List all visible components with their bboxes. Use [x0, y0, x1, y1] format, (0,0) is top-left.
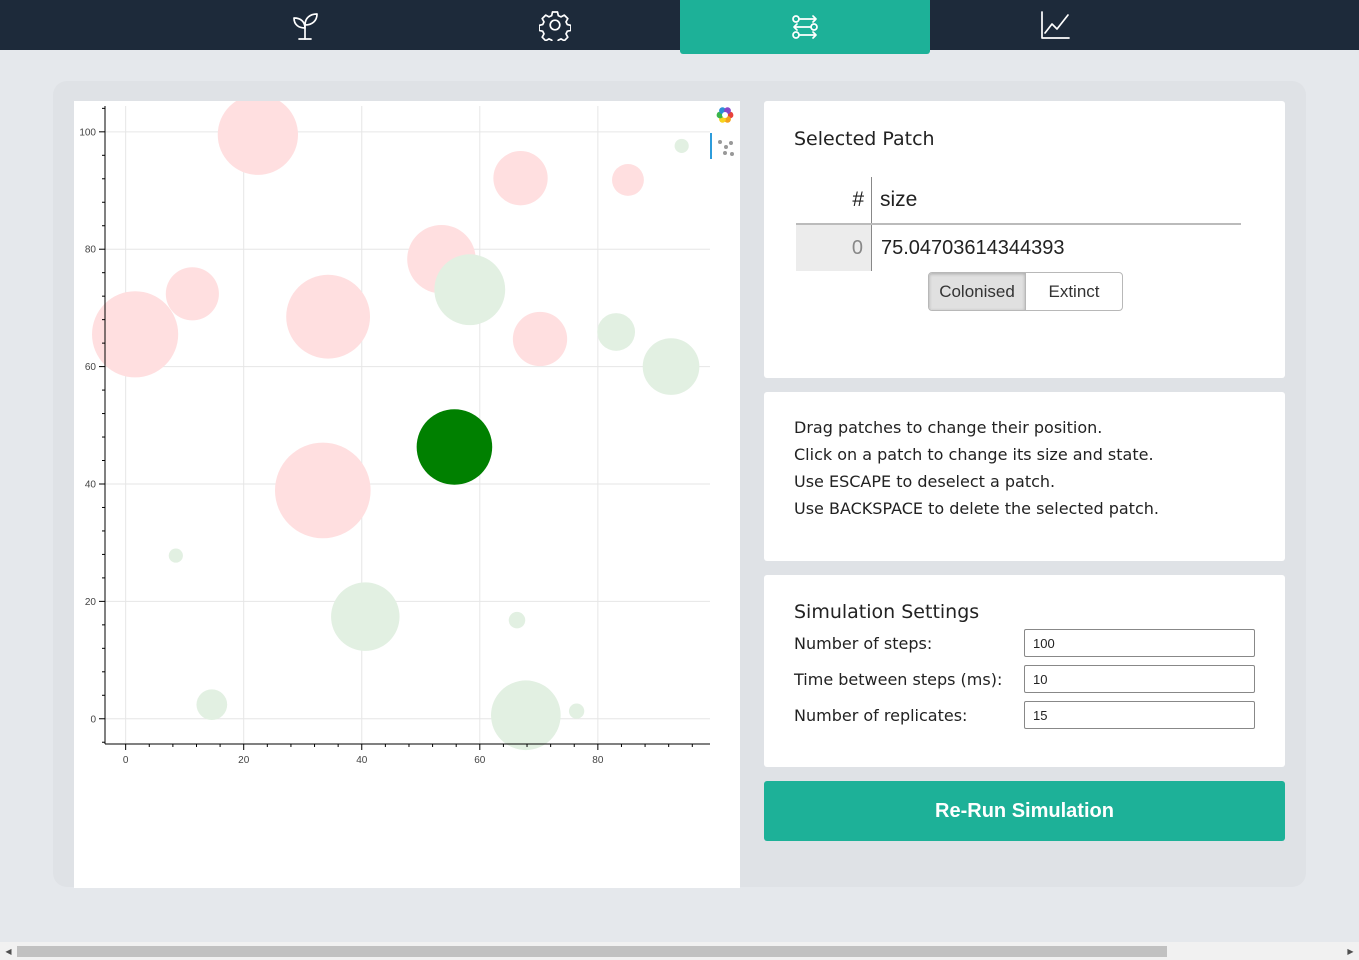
replicates-label: Number of replicates: [794, 706, 968, 725]
colonised-button[interactable]: Colonised [929, 273, 1026, 310]
patch-extinct[interactable] [493, 151, 548, 206]
sprout-icon [293, 13, 318, 40]
patch-colonised[interactable] [196, 689, 228, 721]
state-toggle: Colonised Extinct [928, 272, 1123, 311]
table-row-index: 0 [796, 225, 871, 271]
y-tick-label: 40 [85, 479, 97, 490]
table-header-index: # [852, 188, 864, 211]
tab-charts[interactable] [930, 0, 1180, 50]
replicates-input[interactable] [1024, 701, 1255, 729]
workflow-icon [792, 15, 818, 39]
top-nav [0, 0, 1359, 54]
patch-colonised[interactable] [568, 703, 585, 719]
y-tick-label: 60 [85, 362, 97, 373]
y-tick-label: 100 [79, 127, 96, 138]
y-tick-label: 20 [85, 597, 97, 608]
patch-colonised[interactable] [597, 313, 636, 351]
patch-colonised[interactable] [642, 338, 700, 395]
patch-colonised[interactable] [168, 548, 183, 563]
x-tick-label: 20 [238, 755, 250, 766]
scroll-left-icon[interactable]: ◀ [0, 942, 17, 960]
tab-sprout[interactable] [180, 0, 430, 50]
instruction-line: Use BACKSPACE to delete the selected pat… [794, 499, 1159, 518]
instruction-line: Use ESCAPE to deselect a patch. [794, 472, 1056, 491]
steps-input[interactable] [1024, 629, 1255, 657]
x-tick-label: 60 [474, 755, 486, 766]
instruction-line: Drag patches to change their position. [794, 418, 1103, 437]
card-title: Selected Patch [794, 128, 935, 150]
patch-colonised[interactable] [508, 611, 526, 629]
extinct-button[interactable]: Extinct [1026, 273, 1122, 310]
x-tick-label: 0 [123, 755, 129, 766]
x-tick-label: 40 [356, 755, 368, 766]
patch-extinct[interactable] [274, 442, 371, 539]
time-input[interactable] [1024, 665, 1255, 693]
x-tick-label: 80 [592, 755, 604, 766]
rerun-simulation-button[interactable]: Re-Run Simulation [764, 781, 1285, 841]
simulation-settings-card: Simulation Settings Number of steps: Tim… [764, 575, 1285, 767]
patch-colonised[interactable] [434, 254, 506, 326]
plot-card: 0 20 40 60 80 0 20 40 60 80 100 [74, 101, 740, 888]
time-label: Time between steps (ms): [794, 670, 1003, 689]
size-cell[interactable]: 75.04703614344393 [881, 225, 1065, 271]
y-tick-label: 0 [90, 714, 96, 725]
gear-icon [539, 11, 571, 41]
horizontal-scrollbar[interactable]: ◀ ▶ [0, 942, 1359, 960]
scroll-right-icon[interactable]: ▶ [1342, 942, 1359, 960]
scatter-tool-icon[interactable] [718, 140, 734, 156]
instruction-line: Click on a patch to change its size and … [794, 445, 1154, 464]
patch-extinct[interactable] [286, 274, 371, 359]
patch-colonised[interactable] [331, 582, 400, 651]
instructions-card: Drag patches to change their position. C… [764, 392, 1285, 561]
patch-extinct[interactable] [165, 267, 219, 321]
tab-workflow[interactable] [680, 0, 930, 54]
tab-settings[interactable] [430, 0, 680, 50]
steps-label: Number of steps: [794, 634, 933, 653]
patch-plot[interactable]: 0 20 40 60 80 0 20 40 60 80 100 [74, 101, 740, 888]
patch-extinct[interactable] [217, 101, 298, 175]
patch-selected[interactable] [416, 409, 493, 485]
table-header-size: size [880, 188, 918, 211]
color-wheel-icon[interactable] [716, 107, 734, 123]
patch-colonised[interactable] [674, 138, 689, 153]
patch-colonised[interactable] [491, 680, 561, 751]
patch-extinct[interactable] [612, 164, 644, 196]
patch-extinct[interactable] [512, 311, 568, 367]
settings-title: Simulation Settings [794, 601, 980, 623]
scrollbar-thumb[interactable] [17, 946, 1167, 957]
selected-patch-card: Selected Patch # size 0 75.0470361434439… [764, 101, 1285, 378]
y-tick-label: 80 [85, 245, 97, 256]
line-chart-icon [1041, 11, 1070, 39]
